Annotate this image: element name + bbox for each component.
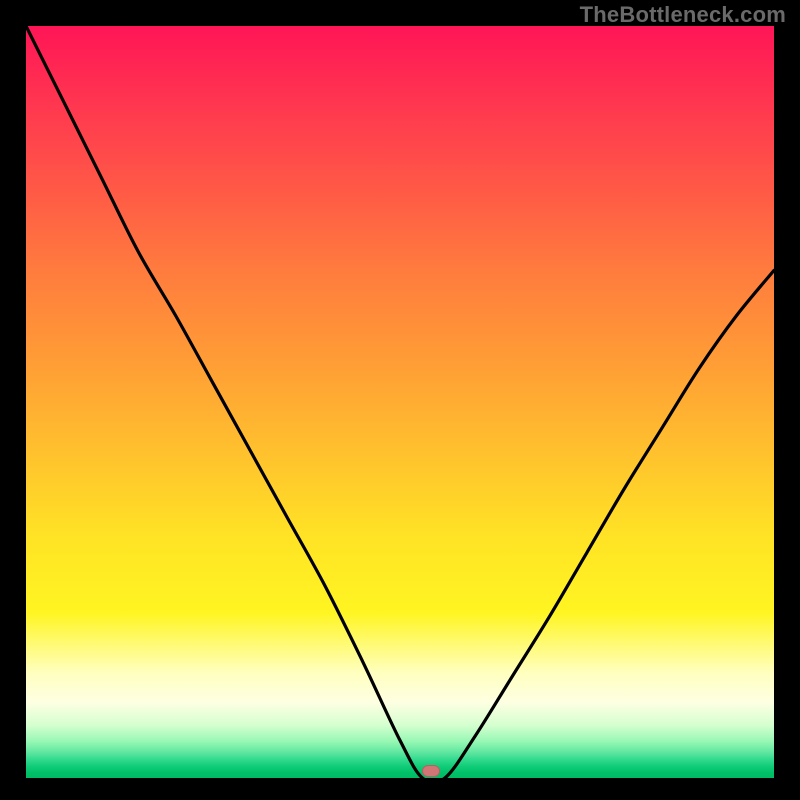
- chart-frame: TheBottleneck.com: [0, 0, 800, 800]
- minimum-marker: [422, 765, 440, 777]
- watermark-text: TheBottleneck.com: [580, 2, 786, 28]
- plot-area: [26, 26, 774, 778]
- bottleneck-curve: [26, 26, 774, 778]
